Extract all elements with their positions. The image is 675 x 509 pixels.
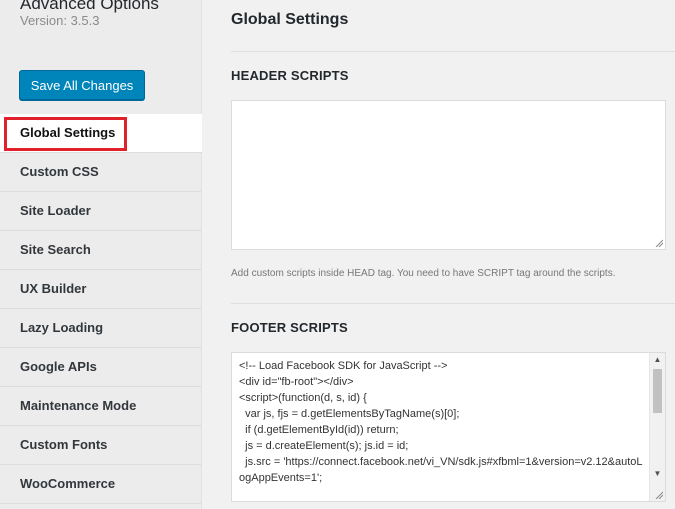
scroll-up-arrow-icon[interactable]: ▲ [650, 353, 665, 367]
header-scripts-hint: Add custom scripts inside HEAD tag. You … [231, 268, 616, 279]
nav-item-woocommerce[interactable]: WooCommerce [0, 465, 201, 504]
textarea-scrollbar[interactable]: ▲ ▼ [649, 353, 665, 501]
divider [231, 51, 675, 52]
nav-item-label: WooCommerce [20, 476, 116, 491]
header-scripts-textarea[interactable] [231, 100, 666, 250]
nav-item-label: UX Builder [20, 281, 87, 296]
sidebar: Advanced Options Version: 3.5.3 Save All… [0, 0, 202, 509]
header-scripts-title: HEADER SCRIPTS [231, 68, 349, 83]
nav-item-label: Lazy Loading [20, 320, 104, 335]
footer-scripts-textarea[interactable]: <!-- Load Facebook SDK for JavaScript --… [231, 352, 666, 502]
nav-item-site-search[interactable]: Site Search [0, 231, 201, 270]
resize-grip-icon[interactable] [655, 239, 663, 247]
nav-item-label: Site Loader [20, 203, 91, 218]
nav-item-maintenance-mode[interactable]: Maintenance Mode [0, 387, 201, 426]
save-all-changes-button[interactable]: Save All Changes [19, 70, 145, 100]
nav-item-label: Custom CSS [20, 164, 99, 179]
app-title: Advanced Options [20, 0, 159, 13]
nav-item-site-loader[interactable]: Site Loader [0, 192, 201, 231]
page-title: Global Settings [231, 11, 349, 28]
main-panel: Global Settings HEADER SCRIPTS Add custo… [202, 0, 675, 509]
divider [231, 303, 675, 304]
nav-item-lazy-loading[interactable]: Lazy Loading [0, 309, 201, 348]
footer-scripts-content[interactable]: <!-- Load Facebook SDK for JavaScript --… [239, 358, 644, 486]
app-version: Version: 3.5.3 [20, 13, 100, 28]
scroll-down-arrow-icon[interactable]: ▼ [650, 467, 665, 481]
resize-grip-icon[interactable] [655, 491, 663, 499]
nav-item-custom-css[interactable]: Custom CSS [0, 153, 201, 192]
nav-item-ux-builder[interactable]: UX Builder [0, 270, 201, 309]
scroll-thumb[interactable] [653, 369, 662, 413]
nav-item-label: Google APIs [20, 359, 97, 374]
nav-item-label: Site Search [20, 242, 91, 257]
nav-item-label: Custom Fonts [20, 437, 108, 452]
nav-item-google-apis[interactable]: Google APIs [0, 348, 201, 387]
footer-scripts-title: FOOTER SCRIPTS [231, 320, 348, 335]
highlight-annotation [4, 117, 127, 151]
nav-item-custom-fonts[interactable]: Custom Fonts [0, 426, 201, 465]
settings-nav: Global Settings Custom CSS Site Loader S… [0, 114, 202, 504]
nav-item-label: Maintenance Mode [20, 398, 137, 413]
